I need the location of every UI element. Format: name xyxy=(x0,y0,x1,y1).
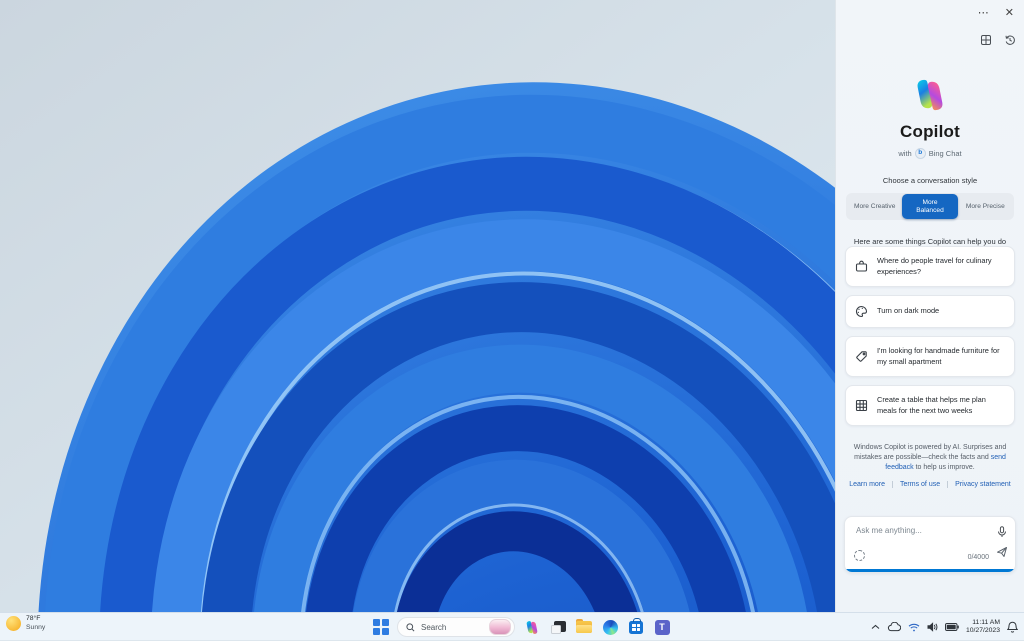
style-more-creative-button[interactable]: More Creative xyxy=(847,194,902,219)
tag-icon xyxy=(855,350,868,363)
suggestion-text: Where do people travel for culinary expe… xyxy=(877,256,992,276)
context-scope-icon[interactable] xyxy=(854,550,865,561)
copilot-logo xyxy=(917,79,943,111)
taskbar-copilot-icon[interactable] xyxy=(523,618,541,636)
system-tray: 11:11 AM 10/27/2023 xyxy=(871,613,1018,641)
conversation-style-heading: Choose a conversation style xyxy=(882,176,978,185)
subtitle-prefix: with xyxy=(898,149,912,158)
suggestions-heading: Here are some things Copilot can help yo… xyxy=(853,237,1007,246)
teams-icon[interactable]: T xyxy=(653,618,671,636)
bing-icon: b xyxy=(914,148,926,159)
notebook-grid-icon[interactable] xyxy=(980,34,992,46)
subtitle-brand: Bing Chat xyxy=(928,149,962,158)
clock-time: 11:11 AM xyxy=(972,618,1000,626)
input-accent-underline xyxy=(845,569,1015,572)
volume-icon[interactable] xyxy=(927,622,938,632)
ask-input[interactable] xyxy=(854,525,988,536)
notification-bell-icon[interactable] xyxy=(1007,621,1018,633)
footer-links: Learn more Terms of use Privacy statemen… xyxy=(842,481,1018,488)
file-explorer-icon[interactable] xyxy=(575,618,593,636)
tray-chevron-up-icon[interactable] xyxy=(871,624,880,630)
disclaimer-text-after: to help us improve. xyxy=(915,464,975,471)
briefcase-icon xyxy=(855,260,868,273)
taskbar: 78°F Sunny Search T 11:11 AM 10/27/2023 xyxy=(0,612,1024,640)
desktop-wallpaper xyxy=(0,0,835,612)
suggestion-text: I'm looking for handmade furniture for m… xyxy=(877,346,1000,366)
style-more-balanced-button[interactable]: More Balanced xyxy=(902,194,958,219)
search-placeholder: Search xyxy=(421,622,447,632)
suggestion-card-travel[interactable]: Where do people travel for culinary expe… xyxy=(845,246,1015,287)
taskbar-center: Search T xyxy=(373,613,671,641)
chat-input-card: 0/4000 xyxy=(844,516,1016,573)
more-options-icon[interactable]: ⋯ xyxy=(978,8,989,19)
suggestion-card-furniture[interactable]: I'm looking for handmade furniture for m… xyxy=(845,336,1015,377)
style-more-precise-button[interactable]: More Precise xyxy=(958,194,1013,219)
taskbar-clock[interactable]: 11:11 AM 10/27/2023 xyxy=(966,619,1000,636)
search-highlight-image xyxy=(489,619,511,635)
wifi-icon[interactable] xyxy=(908,623,920,632)
suggestion-text: Create a table that helps me plan meals … xyxy=(877,395,986,415)
microphone-icon[interactable] xyxy=(997,525,1007,543)
onedrive-cloud-icon[interactable] xyxy=(887,622,901,632)
terms-of-use-link[interactable]: Terms of use xyxy=(892,481,947,488)
clock-date: 10/27/2023 xyxy=(965,627,1000,634)
privacy-statement-link[interactable]: Privacy statement xyxy=(947,481,1018,488)
palette-icon xyxy=(855,305,868,318)
weather-temperature: 78°F xyxy=(26,615,41,622)
weather-widget[interactable]: 78°F Sunny xyxy=(6,615,45,632)
search-icon xyxy=(406,622,415,631)
bing-chat-subtitle: with b Bing Chat xyxy=(898,148,962,159)
close-icon[interactable]: ✕ xyxy=(1005,8,1014,19)
ai-disclaimer: Windows Copilot is powered by AI. Surpri… xyxy=(846,443,1014,473)
task-view-icon[interactable] xyxy=(549,618,567,636)
suggestion-card-meal-plan[interactable]: Create a table that helps me plan meals … xyxy=(845,385,1015,426)
copilot-panel: ⋯ ✕ Copilot with b Bing Chat Choose a co… xyxy=(835,0,1024,612)
table-icon xyxy=(855,399,868,412)
sun-icon xyxy=(6,616,21,631)
bloom-wallpaper-art xyxy=(0,0,835,612)
learn-more-link[interactable]: Learn more xyxy=(842,481,892,488)
battery-icon[interactable] xyxy=(944,623,959,631)
taskbar-search[interactable]: Search xyxy=(397,617,515,637)
send-icon[interactable] xyxy=(996,545,1008,563)
weather-condition: Sunny xyxy=(26,623,46,631)
disclaimer-text: Windows Copilot is powered by AI. Surpri… xyxy=(853,444,1007,461)
page-title: Copilot xyxy=(900,122,960,141)
history-icon[interactable] xyxy=(1004,34,1016,46)
suggestion-card-dark-mode[interactable]: Turn on dark mode xyxy=(845,295,1015,328)
microsoft-store-icon[interactable] xyxy=(627,617,645,636)
conversation-style-toggle: More Creative More Balanced More Precise xyxy=(846,193,1014,220)
start-button[interactable] xyxy=(373,619,389,635)
suggestion-text: Turn on dark mode xyxy=(877,306,940,316)
character-counter: 0/4000 xyxy=(967,554,989,561)
edge-browser-icon[interactable] xyxy=(601,618,619,636)
